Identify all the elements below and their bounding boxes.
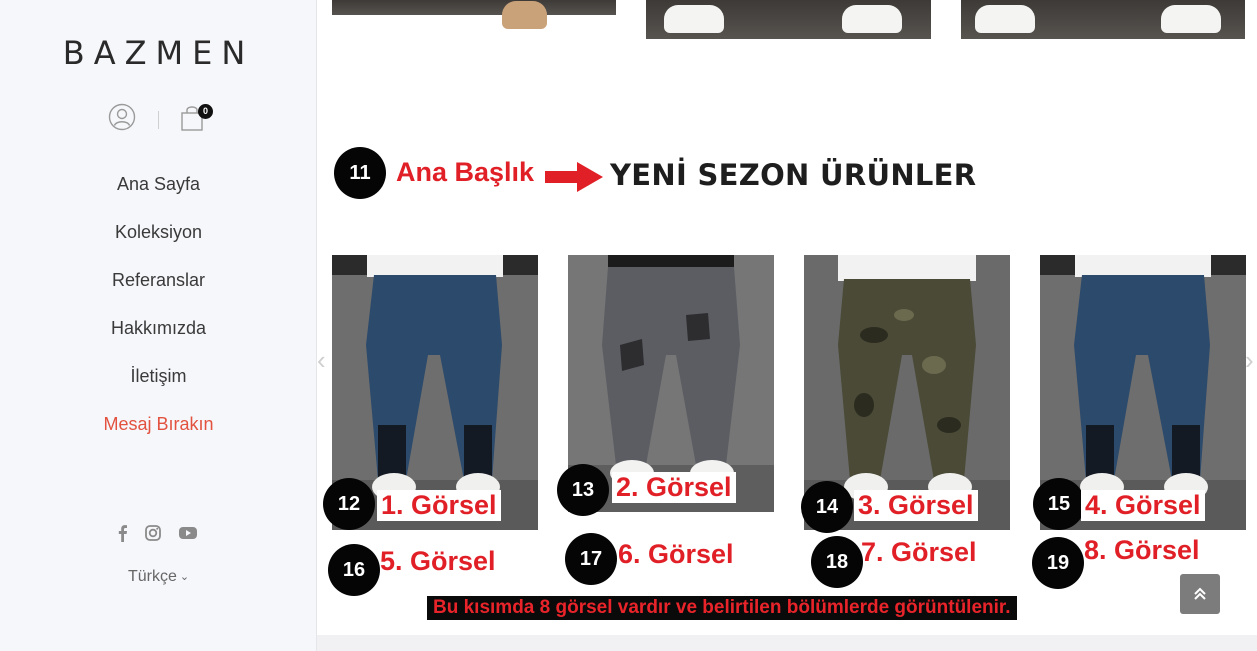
annotation-number-16: 16: [328, 544, 380, 596]
top-product-image-2[interactable]: [646, 0, 931, 39]
language-label: Türkçe: [127, 568, 177, 585]
youtube-icon[interactable]: [177, 522, 199, 544]
top-product-image-1[interactable]: [332, 0, 616, 29]
carousel-prev-icon[interactable]: ‹: [317, 345, 326, 376]
arrow-right-icon: [545, 162, 603, 192]
annotation-number-11: 11: [334, 147, 386, 199]
page: BAZMEN 0 Ana Sayfa Koleksiyon Referansla…: [0, 0, 1257, 651]
double-chevron-up-icon: [1192, 583, 1208, 603]
nav-item-collection[interactable]: Koleksiyon: [0, 208, 317, 256]
carousel-next-icon[interactable]: ›: [1245, 345, 1254, 376]
annotation-footer-note: Bu kısımda 8 görsel vardır ve belirtilen…: [427, 596, 1017, 620]
annotation-number-15: 15: [1033, 478, 1085, 530]
chevron-down-icon: ⌄: [179, 571, 190, 583]
account-cart-row: 0: [105, 100, 215, 136]
section-title: YENİ SEZON ÜRÜNLER: [610, 158, 977, 192]
shoe-graphic: [664, 5, 724, 33]
shoe-graphic: [975, 5, 1035, 33]
divider: [158, 111, 159, 129]
annotation-label-image-6: 6. Görsel: [618, 539, 734, 569]
annotation-label-image-3: 3. Görsel: [854, 490, 978, 521]
top-product-image-3[interactable]: [961, 0, 1245, 39]
nav-item-leave-message[interactable]: Mesaj Bırakın: [0, 400, 317, 448]
main-nav: Ana Sayfa Koleksiyon Referanslar Hakkımı…: [0, 160, 317, 448]
footer-strip: [317, 635, 1257, 651]
annotation-label-image-7: 7. Görsel: [861, 537, 977, 567]
sidebar: BAZMEN 0 Ana Sayfa Koleksiyon Referansla…: [0, 0, 317, 651]
cart-count-badge: 0: [198, 104, 213, 119]
main-content: 11 Ana Başlık YENİ SEZON ÜRÜNLER ‹ › 12 …: [317, 0, 1257, 651]
annotation-number-13: 13: [557, 464, 609, 516]
annotation-number-12: 12: [323, 478, 375, 530]
nav-item-contact[interactable]: İletişim: [0, 352, 317, 400]
annotation-label-image-2: 2. Görsel: [612, 472, 736, 503]
instagram-icon[interactable]: [142, 522, 164, 544]
shoe-graphic: [842, 5, 902, 33]
annotation-label-image-8: 8. Görsel: [1084, 535, 1200, 565]
language-selector[interactable]: Türkçe ⌄: [0, 568, 317, 586]
annotation-label-main-title: Ana Başlık: [396, 157, 535, 187]
annotation-number-17: 17: [565, 533, 617, 585]
annotation-number-14: 14: [801, 481, 853, 533]
annotation-label-image-4: 4. Görsel: [1081, 490, 1205, 521]
annotation-number-19: 19: [1032, 537, 1084, 589]
nav-item-home[interactable]: Ana Sayfa: [0, 160, 317, 208]
nav-item-references[interactable]: Referanslar: [0, 256, 317, 304]
social-links: [110, 522, 205, 546]
brand-logo[interactable]: BAZMEN: [0, 34, 317, 72]
annotation-number-18: 18: [811, 536, 863, 588]
facebook-icon[interactable]: [112, 522, 134, 544]
annotation-label-image-1: 1. Görsel: [377, 490, 501, 521]
user-account-icon[interactable]: [108, 103, 136, 131]
annotation-label-image-5: 5. Görsel: [380, 546, 496, 576]
nav-item-about[interactable]: Hakkımızda: [0, 304, 317, 352]
shoe-graphic: [1161, 5, 1221, 33]
shoe-graphic: [502, 1, 547, 29]
scroll-to-top-button[interactable]: [1180, 574, 1220, 614]
